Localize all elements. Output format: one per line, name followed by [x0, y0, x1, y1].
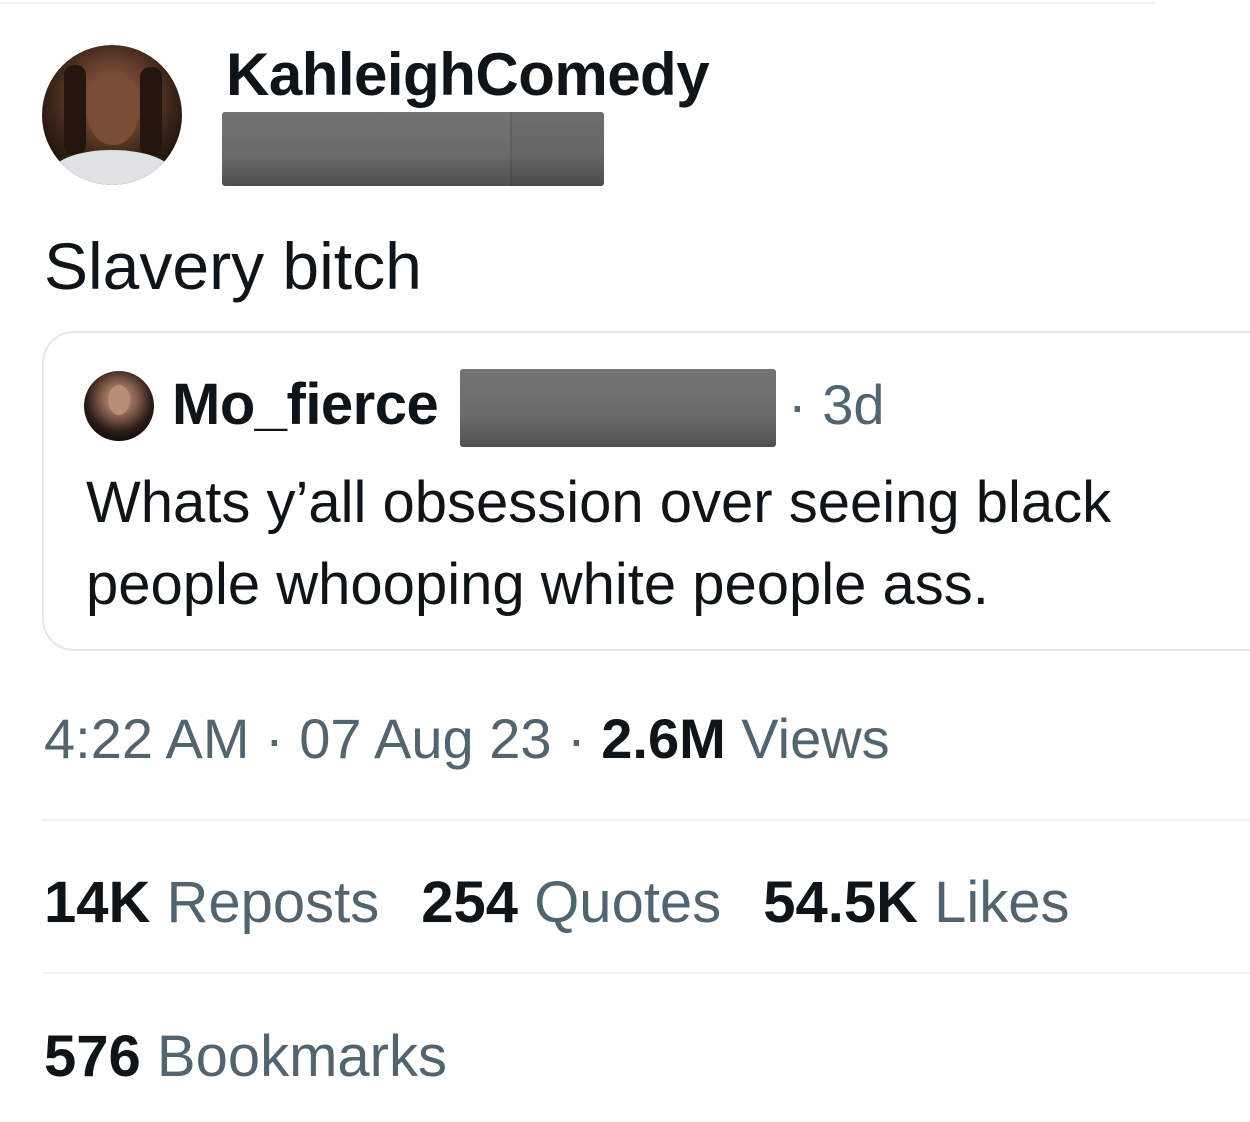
- quoted-avatar-face: [108, 385, 130, 415]
- engagement-stats: 14K Reposts 254 Quotes 54.5K Likes: [44, 868, 1070, 938]
- quoted-tweet-time[interactable]: · 3d: [788, 372, 885, 438]
- likes-label: Likes: [917, 870, 1070, 935]
- likes-stat[interactable]: 54.5K Likes: [763, 868, 1069, 938]
- author-handle-redaction: [222, 112, 604, 186]
- quotes-count: 254: [421, 870, 519, 935]
- views-label: Views: [725, 707, 890, 770]
- likes-count: 54.5K: [763, 870, 918, 935]
- quoted-author-avatar[interactable]: [84, 371, 154, 441]
- divider: [42, 819, 1250, 821]
- author-display-name[interactable]: KahleighComedy: [226, 40, 710, 110]
- quoted-tweet-text: Whats y’all obsession over seeing black …: [86, 470, 1112, 617]
- tweet-meta: 4:22 AM · 07 Aug 23 · 2.6M Views: [44, 704, 890, 774]
- tweet-date[interactable]: 07 Aug 23: [299, 707, 551, 770]
- tweet-text: Slavery bitch: [44, 229, 422, 303]
- divider: [42, 972, 1250, 974]
- meta-separator: ·: [249, 707, 300, 770]
- reposts-count: 14K: [44, 870, 151, 935]
- bookmarks-label: Bookmarks: [140, 1024, 447, 1089]
- top-divider: [0, 2, 1155, 4]
- quoted-author-name[interactable]: Mo_fierce: [172, 372, 439, 438]
- tweet-time[interactable]: 4:22 AM: [44, 707, 249, 770]
- bookmarks-count: 576: [44, 1024, 141, 1089]
- reposts-label: Reposts: [150, 870, 380, 935]
- quoted-handle-redaction: [460, 369, 776, 447]
- bookmarks-stat[interactable]: 576 Bookmarks: [44, 1022, 447, 1092]
- author-avatar[interactable]: [42, 45, 182, 185]
- avatar-hair-left: [64, 65, 86, 155]
- meta-separator: ·: [551, 707, 602, 770]
- avatar-hair-right: [140, 67, 162, 157]
- quotes-label: Quotes: [518, 870, 722, 935]
- quotes-stat[interactable]: 254 Quotes: [421, 868, 721, 938]
- views-count: 2.6M: [601, 707, 726, 770]
- reposts-stat[interactable]: 14K Reposts: [44, 868, 379, 938]
- avatar-face: [87, 73, 139, 145]
